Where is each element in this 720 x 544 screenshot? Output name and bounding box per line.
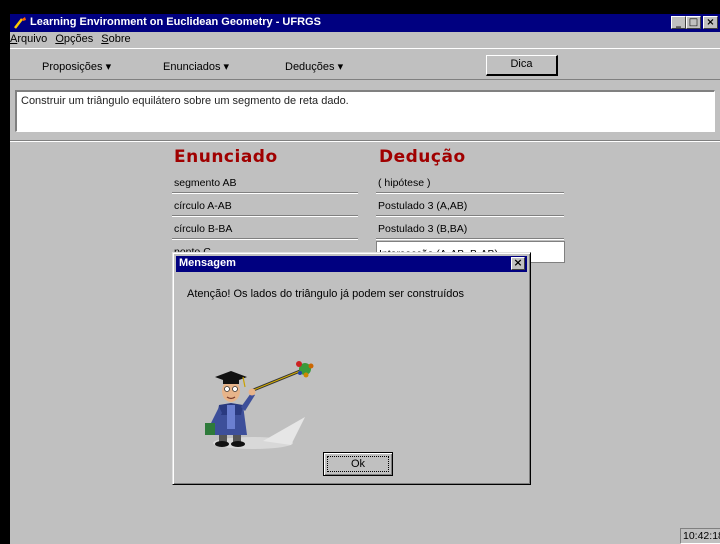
hint-button[interactable]: Dica	[486, 55, 558, 76]
title-bar[interactable]: Learning Environment on Euclidean Geomet…	[10, 14, 720, 32]
menu-sobre[interactable]: Sobre	[101, 32, 130, 48]
divider	[10, 140, 720, 142]
deducao-row[interactable]: Postulado 3 (B,BA)	[376, 217, 564, 240]
enunciado-header: Enunciado	[174, 147, 278, 167]
enunciados-menu[interactable]: Enunciados ▾	[163, 60, 229, 73]
maximize-button[interactable]: □	[686, 16, 701, 29]
graduate-mascot-icon	[205, 361, 314, 449]
menu-arquivo[interactable]: Arquivo	[10, 32, 47, 48]
ok-button-label: Ok	[327, 456, 389, 472]
message-dialog: Mensagem × Atenção! Os lados do triângul…	[172, 252, 531, 485]
window-title: Learning Environment on Euclidean Geomet…	[30, 16, 321, 28]
toolbar: Proposições ▾ Enunciados ▾ Deduções ▾ Di…	[10, 48, 720, 80]
minimize-button[interactable]: _	[671, 16, 686, 29]
clock: 10:42:18	[680, 528, 720, 544]
status-bar: 10:42:18	[10, 526, 720, 544]
problem-statement: Construir um triângulo equilátero sobre …	[15, 90, 715, 132]
deducao-row[interactable]: Postulado 3 (A,AB)	[376, 194, 564, 217]
ok-button[interactable]: Ok	[323, 452, 393, 476]
dialog-title-bar[interactable]: Mensagem ×	[176, 256, 527, 272]
enunciado-row[interactable]: círculo A-AB	[172, 194, 358, 217]
enunciado-row[interactable]: círculo B-BA	[172, 217, 358, 240]
menu-bar: Arquivo Opções Sobre	[10, 32, 720, 48]
app-icon	[14, 17, 26, 29]
dialog-message: Atenção! Os lados do triângulo já podem …	[187, 288, 464, 300]
close-button[interactable]: ×	[703, 16, 718, 29]
proposicoes-menu[interactable]: Proposições ▾	[42, 60, 111, 73]
enunciado-row[interactable]: segmento AB	[172, 171, 358, 194]
deducao-header: Dedução	[379, 147, 466, 167]
dialog-title: Mensagem	[179, 257, 236, 269]
dialog-close-button[interactable]: ×	[511, 257, 525, 270]
deducao-row[interactable]: ( hipótese )	[376, 171, 564, 194]
deducoes-menu[interactable]: Deduções ▾	[285, 60, 343, 73]
menu-opcoes[interactable]: Opções	[55, 32, 93, 48]
main-window: Learning Environment on Euclidean Geomet…	[10, 14, 720, 544]
